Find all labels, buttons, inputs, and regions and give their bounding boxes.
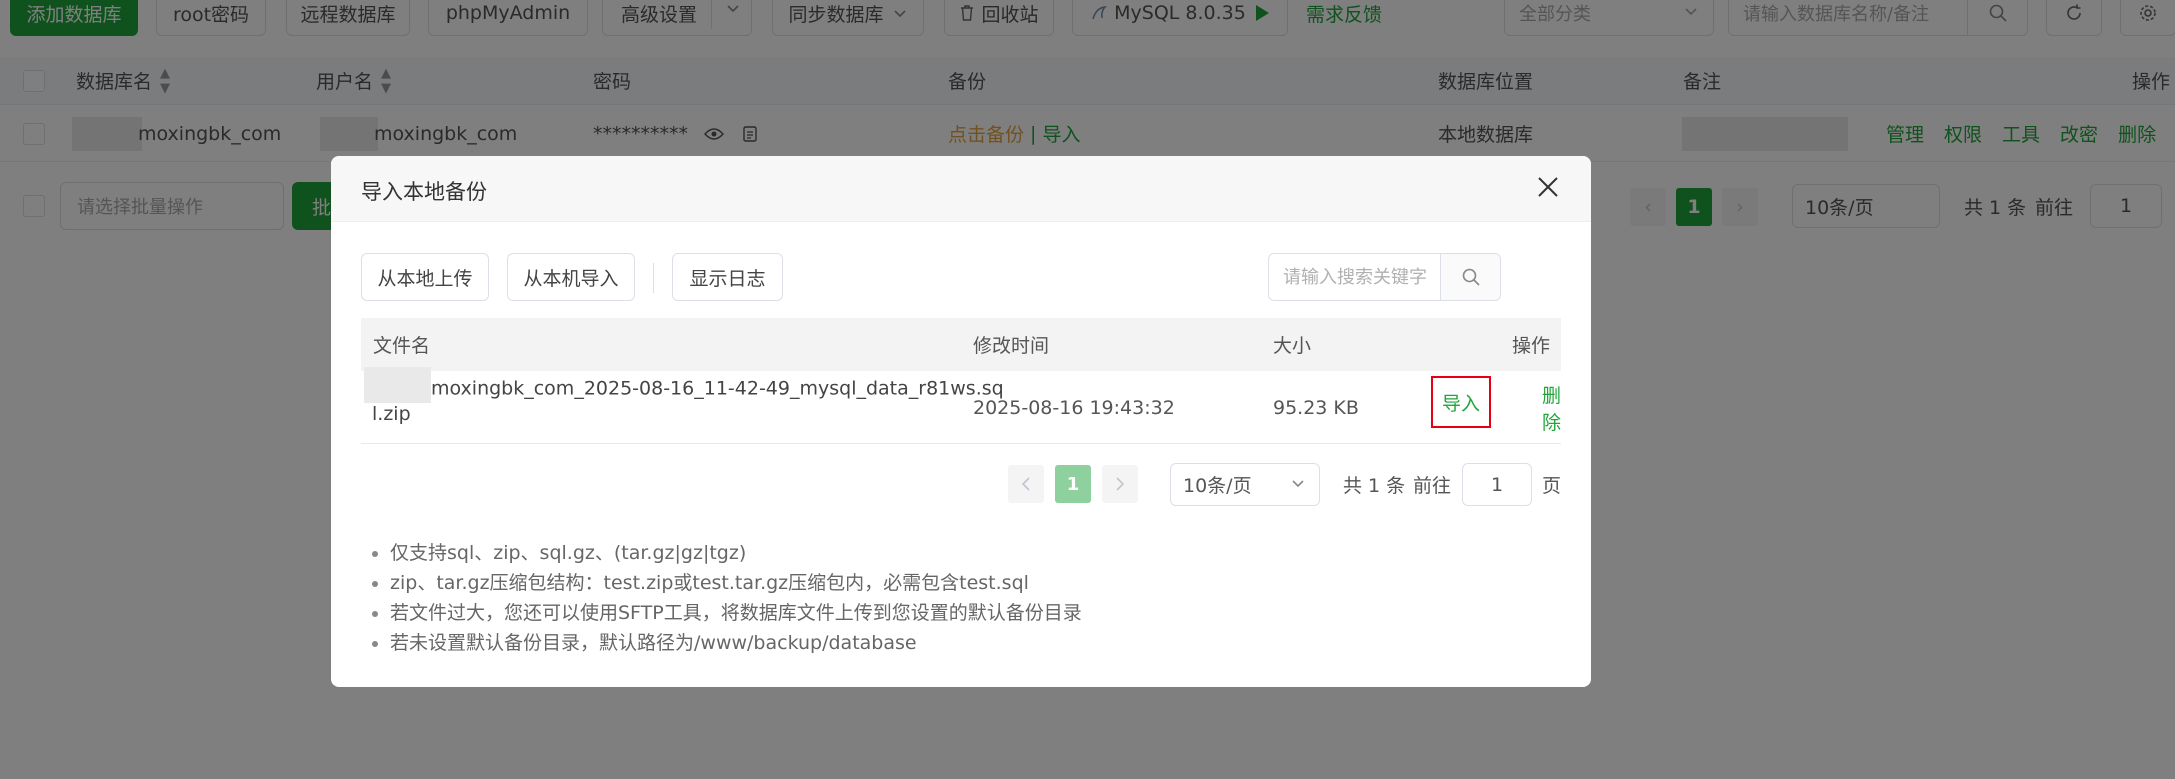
redacted-block — [364, 367, 431, 403]
page-unit-label: 页 — [1542, 475, 1562, 497]
prev-page-button[interactable] — [1008, 465, 1044, 503]
backup-filename: moxingbk_com_2025-08-16_11-42-49_mysql_d… — [364, 367, 1004, 428]
table-row: moxingbk_com_2025-08-16_11-42-49_mysql_d… — [361, 367, 1561, 444]
import-tips: 仅支持sql、zip、sql.gz、(tar.gz|gz|tgz) zip、ta… — [370, 538, 1082, 658]
total-count: 共 1 条 — [1343, 475, 1406, 497]
goto-page-input[interactable]: 1 — [1462, 463, 1532, 506]
tip-item: 若未设置默认备份目录，默认路径为/www/backup/database — [370, 628, 1082, 658]
header-size: 大小 — [1273, 335, 1312, 357]
show-log-button[interactable]: 显示日志 — [672, 253, 783, 301]
divider — [653, 263, 654, 293]
per-page-select[interactable]: 10条/页 — [1170, 463, 1320, 506]
chevron-right-icon — [1116, 477, 1125, 491]
tip-item: 若文件过大，您还可以使用SFTP工具，将数据库文件上传到您设置的默认备份目录 — [370, 598, 1082, 628]
chevron-left-icon — [1021, 477, 1030, 491]
filename-line-1: moxingbk_com_2025-08-16_11-42-49_mysql_d… — [431, 377, 1004, 400]
import-from-machine-button[interactable]: 从本机导入 — [507, 253, 635, 301]
backup-search-input[interactable] — [1269, 254, 1455, 300]
backup-search-box — [1268, 253, 1501, 301]
next-page-button[interactable] — [1102, 465, 1138, 503]
tip-item: zip、tar.gz压缩包结构：test.zip或test.tar.gz压缩包内… — [370, 568, 1082, 598]
close-icon[interactable] — [1531, 170, 1565, 204]
search-icon[interactable] — [1440, 254, 1500, 300]
backup-mtime: 2025-08-16 19:43:32 — [973, 396, 1175, 419]
dialog-title: 导入本地备份 — [361, 180, 487, 204]
header-filename: 文件名 — [373, 335, 431, 357]
header-mtime: 修改时间 — [973, 335, 1050, 357]
per-page-value: 10条/页 — [1183, 475, 1252, 497]
header-ops: 操作 — [1512, 335, 1551, 357]
dialog-header: 导入本地备份 — [331, 156, 1591, 222]
upload-local-button[interactable]: 从本地上传 — [361, 253, 489, 301]
page-number[interactable]: 1 — [1055, 465, 1091, 503]
chevron-down-icon — [1289, 474, 1307, 497]
backup-size: 95.23 KB — [1273, 396, 1359, 419]
delete-backup-link[interactable]: 删除 — [1542, 371, 1561, 444]
backup-table-header: 文件名 修改时间 大小 操作 — [361, 318, 1561, 371]
goto-label: 前往 — [1413, 475, 1452, 497]
tip-item: 仅支持sql、zip、sql.gz、(tar.gz|gz|tgz) — [370, 538, 1082, 568]
import-backup-link[interactable]: 导入 — [1431, 376, 1491, 428]
import-backup-dialog: 导入本地备份 从本地上传 从本机导入 显示日志 文件名 修改时间 大小 操作 m… — [331, 156, 1591, 687]
